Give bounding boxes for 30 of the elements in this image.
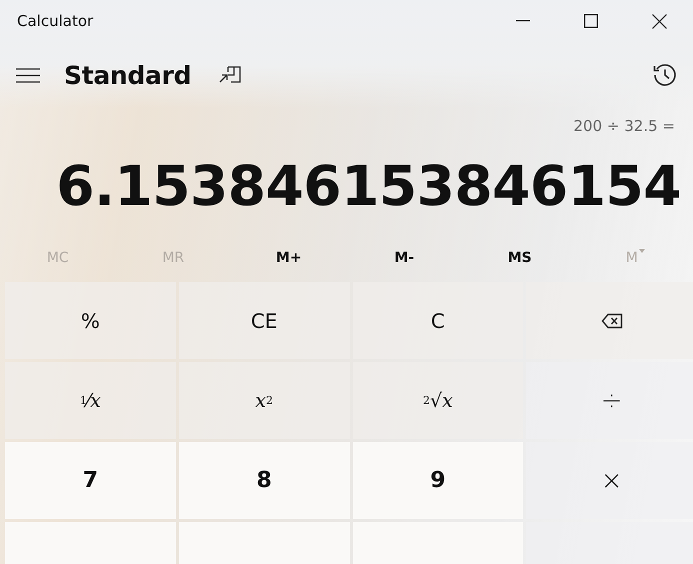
window-title: Calculator: [16, 12, 94, 30]
menu-button[interactable]: [16, 68, 40, 82]
calculator-key[interactable]: ×: [526, 442, 693, 519]
calculator-key[interactable]: 9: [352, 442, 524, 519]
expression-text: 200 ÷ 32.5 =: [574, 117, 675, 135]
maximize-icon: [584, 14, 598, 28]
calculator-key[interactable]: %: [5, 282, 176, 359]
keep-on-top-icon: [219, 66, 242, 84]
caret-icon: [638, 249, 645, 253]
memory-button[interactable]: MS: [462, 243, 578, 273]
calculator-key[interactable]: x$^{2}$: [178, 362, 350, 439]
calculator-key[interactable]: ÷: [526, 362, 693, 439]
mode-title: Standard: [64, 60, 192, 90]
close-icon: [652, 14, 666, 28]
calculator-key[interactable]: CE: [178, 282, 350, 359]
calculator-key[interactable]: 8: [178, 442, 350, 519]
calculator-key[interactable]: C: [352, 282, 524, 359]
calculator-key[interactable]: $^{1}$⁄x: [5, 362, 176, 439]
minimize-icon: [516, 20, 530, 22]
backspace-icon: [600, 312, 623, 328]
menu-icon: [16, 68, 40, 82]
backspace-button[interactable]: [526, 282, 693, 359]
memory-button[interactable]: M+: [231, 243, 346, 273]
calculator-key[interactable]: $^{2}$√x: [352, 362, 524, 439]
keep-on-top-button[interactable]: [219, 66, 242, 84]
calculator-key[interactable]: 7: [5, 442, 176, 519]
history-button[interactable]: [653, 63, 677, 87]
memory-button[interactable]: M-: [346, 243, 462, 273]
result-display: 6.153846153846154: [56, 154, 681, 218]
history-icon: [653, 63, 677, 87]
